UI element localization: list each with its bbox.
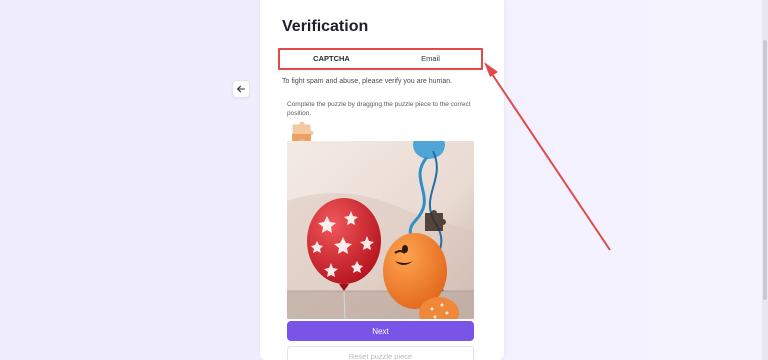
back-button[interactable] <box>232 80 250 98</box>
next-button[interactable]: Next <box>287 321 474 341</box>
page-title: Verification <box>282 18 369 35</box>
reset-puzzle-button[interactable]: Reset puzzle piece <box>287 346 474 360</box>
annotation-highlight-box <box>278 48 483 70</box>
puzzle-instruction: Complete the puzzle by dragging the puzz… <box>287 101 471 117</box>
captcha-puzzle-image <box>287 141 474 319</box>
scrollbar-thumb[interactable] <box>763 40 767 300</box>
arrow-left-icon <box>237 85 246 93</box>
page-scrollbar[interactable] <box>762 0 768 360</box>
intro-text: To fight spam and abuse, please verify y… <box>282 78 453 85</box>
